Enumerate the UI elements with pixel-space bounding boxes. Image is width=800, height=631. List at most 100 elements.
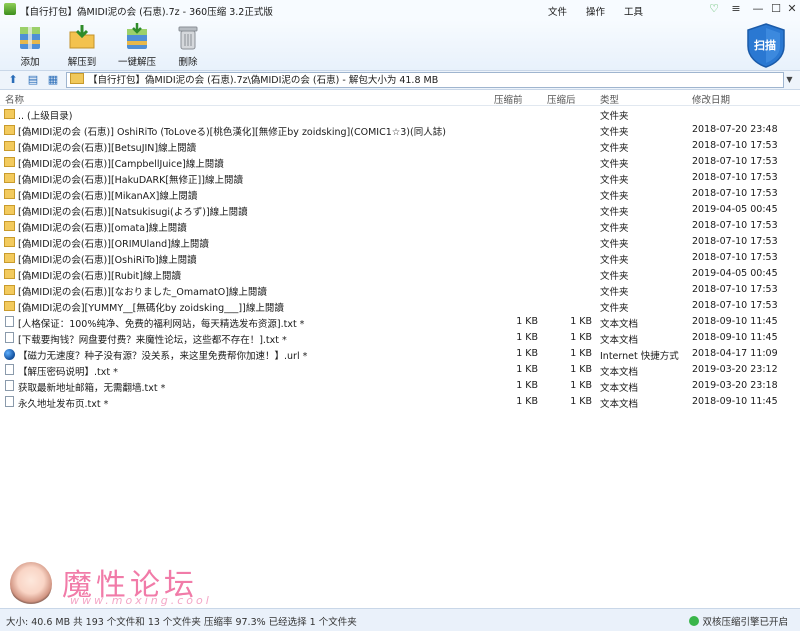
file-packed-size: 1 KB	[516, 332, 538, 343]
text-file-icon	[5, 380, 14, 391]
dual-core-status[interactable]: 双核压缩引擎已开启	[689, 614, 788, 628]
add-button[interactable]: 添加	[10, 23, 50, 68]
file-type: 文件夹	[600, 271, 629, 282]
file-type: 文本文档	[600, 335, 639, 346]
view-list-icon[interactable]: ▤	[26, 73, 40, 86]
table-row[interactable]: [偽MIDI泥の会(石恵)][ORIMUland]線上閱讀 文件夹 2018-07-…	[0, 234, 800, 250]
table-row[interactable]: [偽MIDI泥の会 (石恵)] OshiRiTo (ToLoveる)[桃色漢化]…	[0, 122, 800, 138]
table-row[interactable]: [偽MIDI泥の会(石恵)][Rubit]線上閱讀 文件夹 2019-04-05 0…	[0, 266, 800, 282]
scan-button[interactable]: 扫描	[745, 22, 787, 68]
extract-to-button[interactable]: 解压到	[60, 23, 104, 68]
file-date: 2018-07-10 17:53	[692, 300, 778, 311]
folder-icon	[4, 109, 15, 119]
file-name: [偽MIDI泥の会 (石恵)] OshiRiTo (ToLoveる)[桃色漢化]…	[18, 127, 446, 138]
file-type: 文本文档	[600, 367, 639, 378]
file-packed-size: 1 KB	[516, 396, 538, 407]
minimize-button[interactable]: —	[748, 2, 768, 16]
file-date: 2018-09-10 11:45	[692, 316, 778, 327]
table-row[interactable]: [偽MIDI泥の会][YUMMY__[無碼化by zoidsking___]]線…	[0, 298, 800, 314]
archive-icon	[70, 73, 84, 84]
file-name: [偽MIDI泥の会(石恵)][MikanAX]線上閱讀	[18, 191, 198, 202]
file-name: [偽MIDI泥の会(石恵)][なおりました_OmamatO]線上閱讀	[18, 287, 267, 298]
address-bar: ⬆ ▤ ▦ 【自行打包】偽MIDI泥の会 (石恵).7z\偽MIDI泥の会 (石…	[0, 70, 800, 90]
table-row[interactable]: [偽MIDI泥の会(石恵)][Natsukisugi(よろず)]線上閱讀 文件夹 2…	[0, 202, 800, 218]
folder-icon	[4, 237, 15, 247]
table-row[interactable]: [人格保证：100%纯净、免费的福利网站，每天精选发布资源].txt * 1 KB…	[0, 314, 800, 330]
file-name: [偽MIDI泥の会(石恵)][CampbellJuice]線上閱讀	[18, 159, 224, 170]
menu-action[interactable]: 操作	[586, 4, 605, 18]
extract-to-label: 解压到	[67, 57, 97, 68]
chevron-down-icon[interactable]: ▼	[783, 73, 796, 86]
status-text: 大小: 40.6 MB 共 193 个文件和 13 个文件夹 压缩率 97.3%…	[6, 617, 357, 628]
file-size: 1 KB	[570, 396, 592, 407]
column-date[interactable]: 修改日期	[692, 92, 730, 106]
file-date: 2018-07-10 17:53	[692, 188, 778, 199]
close-button[interactable]: ✕	[782, 2, 800, 16]
file-packed-size: 1 KB	[516, 348, 538, 359]
file-date: 2018-09-10 11:45	[692, 332, 778, 343]
file-size: 1 KB	[570, 316, 592, 327]
file-rows: .. (上级目录) 文件夹 [偽MIDI泥の会 (石恵)] OshiRiTo (To…	[0, 106, 800, 410]
menu-tools[interactable]: 工具	[624, 4, 643, 18]
file-name: [偽MIDI泥の会(石恵)][Natsukisugi(よろず)]線上閱讀	[18, 207, 248, 218]
scan-label: 扫描	[754, 39, 776, 52]
table-row[interactable]: 【解压密码说明】.txt * 1 KB 1 KB 文本文档 2019-03-20 23:…	[0, 362, 800, 378]
table-row[interactable]: [偽MIDI泥の会(石恵)][CampbellJuice]線上閱讀 文件夹 2018…	[0, 154, 800, 170]
table-row[interactable]: 【磁力无速度？种子没有源？没关系，来这里免费帮你加速！】.url * 1 KB 1 …	[0, 346, 800, 362]
table-row[interactable]: [偽MIDI泥の会(石恵)][BetsuJIN]線上閱讀 文件夹 2018-07-1…	[0, 138, 800, 154]
internet-shortcut-icon	[4, 349, 15, 360]
file-type: 文件夹	[600, 287, 629, 298]
file-date: 2018-07-10 17:53	[692, 140, 778, 151]
file-name: [偽MIDI泥の会][YUMMY__[無碼化by zoidsking___]]線…	[18, 303, 284, 314]
delete-button[interactable]: 删除	[170, 23, 206, 68]
text-file-icon	[5, 364, 14, 375]
app-icon	[4, 3, 16, 15]
path-text: 【自行打包】偽MIDI泥の会 (石恵).7z\偽MIDI泥の会 (石恵) - 解…	[88, 75, 439, 86]
title-bar: 【自行打包】偽MIDI泥の会 (石恵).7z - 360压缩 3.2正式版 文件…	[0, 0, 800, 20]
path-field[interactable]: 【自行打包】偽MIDI泥の会 (石恵).7z\偽MIDI泥の会 (石恵) - 解…	[66, 72, 784, 88]
one-click-extract-button[interactable]: 一键解压	[114, 23, 160, 68]
table-row[interactable]: [下载要掏钱？网盘要付费？来魔性论坛，这些都不存在！].txt * 1 KB 1 K…	[0, 330, 800, 346]
folder-icon	[4, 221, 15, 231]
column-type[interactable]: 类型	[600, 92, 619, 106]
file-date: 2018-07-10 17:53	[692, 172, 778, 183]
table-row[interactable]: 永久地址发布页.txt * 1 KB 1 KB 文本文档 2018-09-10 11:4…	[0, 394, 800, 410]
file-date: 2018-07-10 17:53	[692, 252, 778, 263]
window-title: 【自行打包】偽MIDI泥の会 (石恵).7z - 360压缩 3.2正式版	[20, 7, 273, 18]
avatar	[10, 562, 52, 606]
file-name: [偽MIDI泥の会(石恵)][omata]線上閱讀	[18, 223, 187, 234]
table-row[interactable]: [偽MIDI泥の会(石恵)][なおりました_OmamatO]線上閱讀 文件夹 201…	[0, 282, 800, 298]
file-type: 文件夹	[600, 159, 629, 170]
file-type: 文件夹	[600, 127, 629, 138]
column-size[interactable]: 压缩后	[547, 92, 576, 106]
toolbar: 添加 解压到 一键解压 删除	[0, 20, 800, 70]
column-name[interactable]: 名称	[5, 92, 24, 106]
table-row[interactable]: .. (上级目录) 文件夹	[0, 106, 800, 122]
column-packed[interactable]: 压缩前	[494, 92, 523, 106]
table-row[interactable]: [偽MIDI泥の会(石恵)][HakuDARK[無修正]]線上閱讀 文件夹 2018…	[0, 170, 800, 186]
file-date: 2018-07-20 23:48	[692, 124, 778, 135]
trash-icon	[173, 23, 203, 51]
file-type: 文本文档	[600, 399, 639, 410]
file-name: [偽MIDI泥の会(石恵)][Rubit]線上閱讀	[18, 271, 181, 282]
file-type: 文件夹	[600, 255, 629, 266]
view-detail-icon[interactable]: ▦	[46, 73, 60, 86]
file-date: 2019-03-20 23:12	[692, 364, 778, 375]
file-list: 名称 压缩前 压缩后 类型 修改日期 .. (上级目录) 文件夹 [偽MIDI泥の会…	[0, 90, 800, 608]
file-size: 1 KB	[570, 380, 592, 391]
table-row[interactable]: [偽MIDI泥の会(石恵)][OshiRiTo]線上閱讀 文件夹 2018-07-1…	[0, 250, 800, 266]
menu-file[interactable]: 文件	[548, 4, 567, 18]
heart-icon[interactable]: ♡	[704, 2, 724, 16]
file-type: 文件夹	[600, 207, 629, 218]
file-name: .. (上级目录)	[18, 111, 73, 122]
up-arrow-icon[interactable]: ⬆	[6, 73, 20, 86]
file-size: 1 KB	[570, 348, 592, 359]
file-type: 文件夹	[600, 223, 629, 234]
menu-icon[interactable]: ≡	[726, 2, 746, 16]
table-row[interactable]: [偽MIDI泥の会(石恵)][MikanAX]線上閱讀 文件夹 2018-07-10…	[0, 186, 800, 202]
table-row[interactable]: [偽MIDI泥の会(石恵)][omata]線上閱讀 文件夹 2018-07-10 1…	[0, 218, 800, 234]
table-row[interactable]: 获取最新地址邮箱，无需翻墙.txt * 1 KB 1 KB 文本文档 2019-03-2…	[0, 378, 800, 394]
file-type: 文件夹	[600, 111, 629, 122]
file-date: 2019-04-05 00:45	[692, 268, 778, 279]
file-name: 获取最新地址邮箱，无需翻墙.txt *	[18, 383, 166, 394]
